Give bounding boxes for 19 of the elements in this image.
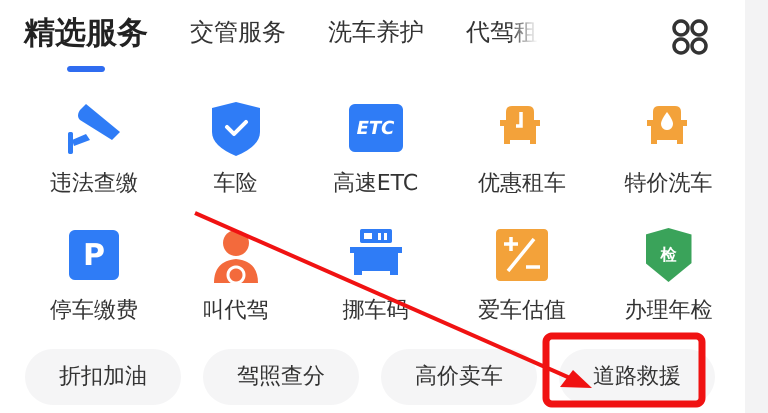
quick-link-chip[interactable]: 驾照查分 [203, 349, 359, 405]
category-tab[interactable]: 交管服务 [184, 0, 292, 49]
grid-menu-icon[interactable] [671, 18, 709, 56]
service-label[interactable]: 优惠租车 [478, 168, 566, 198]
category-tab[interactable]: 精选服务 [18, 0, 154, 73]
service-label[interactable]: 车险 [214, 168, 258, 198]
category-tab[interactable]: 洗车养护 [322, 0, 430, 49]
service-label[interactable]: 停车缴费 [50, 295, 138, 325]
etc-icon: ETC [348, 104, 402, 152]
service-label[interactable]: 特价洗车 [624, 168, 712, 198]
service-label[interactable]: 办理年检 [624, 295, 712, 325]
quick-link-chip[interactable]: 高价卖车 [381, 349, 537, 405]
service-label[interactable]: 叫代驾 [202, 295, 268, 325]
service-label[interactable]: 爱车估值 [478, 295, 566, 325]
parking-icon: P [69, 230, 119, 280]
inspection-badge-icon: 检 [646, 228, 692, 282]
quick-link-chip[interactable]: 折扣加油 [25, 349, 181, 405]
service-label[interactable]: 高速ETC [332, 168, 418, 198]
service-label[interactable]: 违法查缴 [50, 168, 138, 198]
